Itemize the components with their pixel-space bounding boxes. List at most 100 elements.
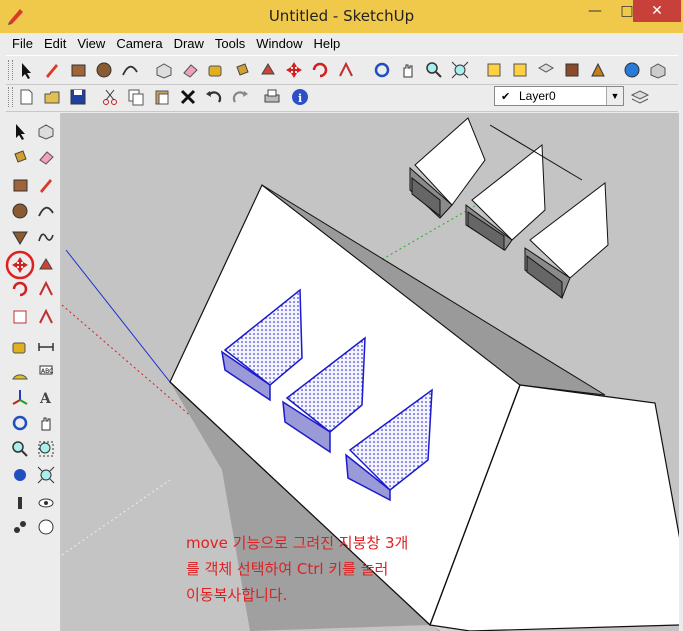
offset-button[interactable] <box>34 305 58 329</box>
toolbar-grip[interactable] <box>8 60 13 80</box>
chevron-down-icon[interactable]: ▼ <box>606 87 623 105</box>
zoom-button[interactable] <box>8 437 32 461</box>
menu-file[interactable]: File <box>6 33 38 53</box>
previous-view-button[interactable] <box>482 58 506 82</box>
move-button[interactable] <box>5 250 35 280</box>
add-location-icon <box>537 63 555 73</box>
zoom-extents-icon <box>451 61 469 79</box>
save-icon <box>70 89 86 105</box>
menu-draw[interactable]: Draw <box>168 33 209 53</box>
rectangle-button[interactable] <box>8 173 32 197</box>
axes-button[interactable] <box>8 385 32 409</box>
model-info-button[interactable]: i <box>288 85 312 109</box>
zoom-extents-button[interactable] <box>448 58 472 82</box>
pan-button[interactable] <box>396 58 420 82</box>
save-button[interactable] <box>66 85 90 109</box>
tape-measure-button[interactable] <box>8 335 32 359</box>
erase-button[interactable] <box>176 85 200 109</box>
orbit-button[interactable] <box>370 58 394 82</box>
extension-button[interactable] <box>646 58 670 82</box>
redo-button[interactable] <box>228 85 252 109</box>
axes-icon <box>12 390 28 405</box>
next-view-button[interactable] <box>508 58 532 82</box>
paint-bucket-button[interactable] <box>8 145 32 169</box>
polygon-button[interactable] <box>8 225 32 249</box>
svg-text:ABC: ABC <box>41 368 53 375</box>
select-icon <box>22 63 31 79</box>
rotate-button[interactable] <box>308 58 332 82</box>
zoom-window-button[interactable] <box>34 437 58 461</box>
copy-button[interactable] <box>124 85 148 109</box>
paste-icon <box>155 90 169 105</box>
select-button[interactable] <box>8 119 32 143</box>
arc-button[interactable] <box>118 58 142 82</box>
zoom-button[interactable] <box>422 58 446 82</box>
section-plane-button[interactable] <box>34 515 58 539</box>
drawing-viewport[interactable]: move 기능으로 그려진 지붕창 3개 를 객체 선택하여 Ctrl 키를 눌… <box>61 113 679 631</box>
paint-bucket-button[interactable] <box>230 58 254 82</box>
make-component-button[interactable] <box>34 119 58 143</box>
circle-button[interactable] <box>92 58 116 82</box>
tape-measure-button[interactable] <box>204 58 228 82</box>
make-component-icon <box>38 124 54 140</box>
menu-edit[interactable]: Edit <box>38 33 71 53</box>
menu-view[interactable]: View <box>71 33 110 53</box>
annotation-line-1: move 기능으로 그려진 지붕창 3개 <box>186 534 409 552</box>
circle-button[interactable] <box>8 199 32 223</box>
paste-button[interactable] <box>150 85 174 109</box>
polygon-icon <box>12 231 28 245</box>
menu-window[interactable]: Window <box>250 33 307 53</box>
print-button[interactable] <box>260 85 284 109</box>
undo-button[interactable] <box>202 85 226 109</box>
add-location-button[interactable] <box>534 58 558 82</box>
layer-dropdown[interactable]: ✔ Layer0 ▼ <box>494 86 624 106</box>
dimension-button[interactable] <box>34 335 58 359</box>
scale-button[interactable] <box>8 305 32 329</box>
zoom-icon <box>12 441 28 457</box>
open-button[interactable] <box>40 85 64 109</box>
get-models-button[interactable] <box>560 58 584 82</box>
text-button[interactable]: ABC <box>34 361 58 385</box>
select-button[interactable] <box>14 58 38 82</box>
freehand-button[interactable] <box>34 225 58 249</box>
make-component-icon <box>156 63 172 79</box>
layer-manager-button[interactable] <box>628 85 652 109</box>
pan-button[interactable] <box>34 411 58 435</box>
svg-text:A: A <box>39 391 52 407</box>
eraser-button[interactable] <box>34 145 58 169</box>
components-icon <box>624 62 640 78</box>
toolbar-grip[interactable] <box>8 87 13 107</box>
menu-camera[interactable]: Camera <box>110 33 167 53</box>
arc-button[interactable] <box>34 199 58 223</box>
3d-text-button[interactable]: A <box>34 385 58 409</box>
rotate-button[interactable] <box>8 277 32 301</box>
pencil-button[interactable] <box>40 58 64 82</box>
text-icon: ABC <box>39 365 53 375</box>
zoom-extents-button[interactable] <box>34 463 58 487</box>
rectangle-button[interactable] <box>66 58 90 82</box>
protractor-button[interactable] <box>8 361 32 385</box>
cut-button[interactable] <box>98 85 122 109</box>
eraser-button[interactable] <box>178 58 202 82</box>
components-button[interactable] <box>620 58 644 82</box>
push-pull-button[interactable] <box>256 58 280 82</box>
push-pull-button[interactable] <box>34 253 58 277</box>
follow-me-button[interactable] <box>334 58 358 82</box>
close-button[interactable]: ✕ <box>633 0 681 22</box>
previous-view-icon <box>487 63 501 77</box>
follow-me-button[interactable] <box>34 277 58 301</box>
menu-help[interactable]: Help <box>308 33 346 53</box>
minimize-button[interactable]: — <box>579 0 611 22</box>
position-camera-button[interactable] <box>8 515 32 539</box>
make-component-button[interactable] <box>152 58 176 82</box>
new-button[interactable] <box>14 85 38 109</box>
print-icon <box>264 89 280 103</box>
previous-button[interactable] <box>8 463 32 487</box>
walk-button[interactable] <box>8 491 32 515</box>
line-button[interactable] <box>34 173 58 197</box>
menu-tools[interactable]: Tools <box>209 33 250 53</box>
orbit-button[interactable] <box>8 411 32 435</box>
move-button[interactable] <box>282 58 306 82</box>
share-model-button[interactable] <box>586 58 610 82</box>
look-around-button[interactable] <box>34 491 58 515</box>
